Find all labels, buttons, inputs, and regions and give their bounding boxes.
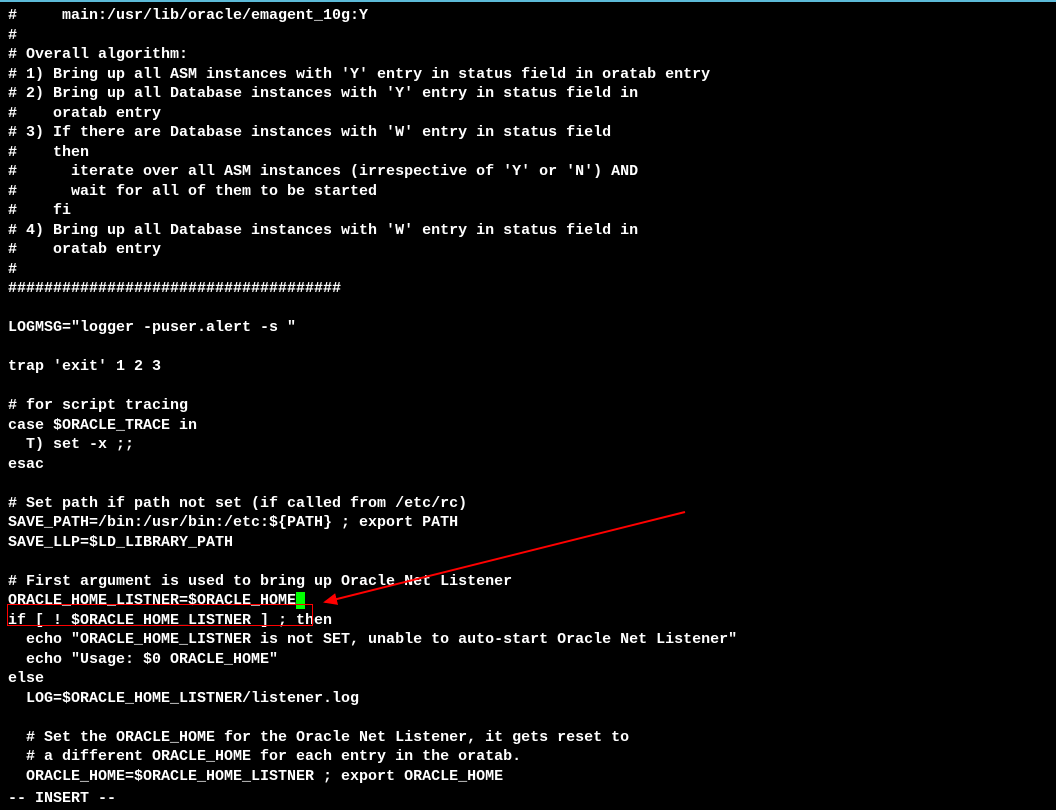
terminal-line: # main:/usr/lib/oracle/emagent_10g:Y [8,6,1048,26]
terminal-line: # 1) Bring up all ASM instances with 'Y'… [8,65,1048,85]
terminal-line: # 4) Bring up all Database instances wit… [8,221,1048,241]
terminal-line: # Set the ORACLE_HOME for the Oracle Net… [8,728,1048,748]
terminal-line: esac [8,455,1048,475]
terminal-line: # oratab entry [8,240,1048,260]
terminal-line: T) set -x ;; [8,435,1048,455]
terminal-line: # then [8,143,1048,163]
terminal-line: case $ORACLE_TRACE in [8,416,1048,436]
terminal-line [8,377,1048,397]
terminal-line: if [ ! $ORACLE_HOME_LISTNER ] ; then [8,611,1048,631]
terminal-line [8,474,1048,494]
terminal-line: trap 'exit' 1 2 3 [8,357,1048,377]
terminal-line: # for script tracing [8,396,1048,416]
cursor [296,592,305,609]
terminal-line: # a different ORACLE_HOME for each entry… [8,747,1048,767]
terminal-line: # 2) Bring up all Database instances wit… [8,84,1048,104]
terminal-line: else [8,669,1048,689]
terminal-line: # First argument is used to bring up Ora… [8,572,1048,592]
terminal-line: SAVE_PATH=/bin:/usr/bin:/etc:${PATH} ; e… [8,513,1048,533]
terminal-line: # oratab entry [8,104,1048,124]
vim-status: -- INSERT -- [8,789,116,809]
terminal-line [8,338,1048,358]
terminal-line: SAVE_LLP=$LD_LIBRARY_PATH [8,533,1048,553]
terminal-line: # fi [8,201,1048,221]
terminal-line: # Overall algorithm: [8,45,1048,65]
terminal-window[interactable]: # main:/usr/lib/oracle/emagent_10g:Y## O… [0,0,1056,810]
terminal-line: echo "ORACLE_HOME_LISTNER is not SET, un… [8,630,1048,650]
terminal-line: # 3) If there are Database instances wit… [8,123,1048,143]
terminal-line: ORACLE_HOME=$ORACLE_HOME_LISTNER ; expor… [8,767,1048,787]
terminal-line: LOGMSG="logger -puser.alert -s " [8,318,1048,338]
terminal-line: # [8,26,1048,46]
terminal-line: # iterate over all ASM instances (irresp… [8,162,1048,182]
terminal-line: ##################################### [8,279,1048,299]
terminal-line: # Set path if path not set (if called fr… [8,494,1048,514]
terminal-line [8,299,1048,319]
terminal-content[interactable]: # main:/usr/lib/oracle/emagent_10g:Y## O… [8,6,1048,786]
terminal-line: # [8,260,1048,280]
terminal-line: LOG=$ORACLE_HOME_LISTNER/listener.log [8,689,1048,709]
terminal-line [8,552,1048,572]
terminal-line: # wait for all of them to be started [8,182,1048,202]
terminal-line: echo "Usage: $0 ORACLE_HOME" [8,650,1048,670]
terminal-line: ORACLE_HOME_LISTNER=$ORACLE_HOME [8,591,1048,611]
terminal-line [8,708,1048,728]
